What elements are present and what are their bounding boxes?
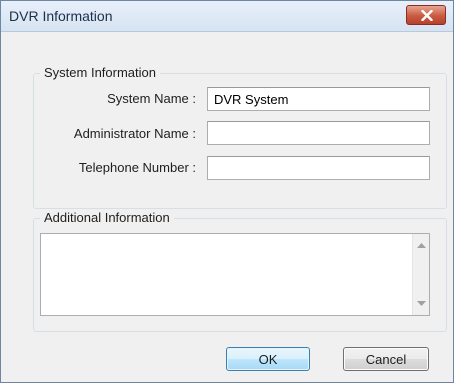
close-icon: [421, 10, 433, 21]
scroll-up-button[interactable]: [413, 237, 429, 254]
telephone-number-label: Telephone Number :: [78, 160, 196, 175]
additional-information-textarea[interactable]: [40, 233, 430, 316]
dvr-information-dialog: DVR Information System Information Syste…: [0, 0, 454, 383]
system-name-input[interactable]: [207, 87, 430, 111]
system-information-group: System Information System Name : Adminis…: [33, 65, 447, 209]
telephone-number-input[interactable]: [207, 156, 430, 180]
vertical-scrollbar[interactable]: [412, 234, 429, 315]
administrator-name-label: Administrator Name :: [73, 126, 196, 141]
system-name-label: System Name :: [107, 91, 196, 106]
dialog-body: System Information System Name : Adminis…: [9, 32, 447, 374]
scroll-down-arrow-icon: [416, 301, 426, 306]
system-information-legend: System Information: [40, 65, 160, 80]
administrator-name-input[interactable]: [207, 121, 430, 145]
scroll-up-arrow-icon: [416, 243, 426, 248]
title-bar[interactable]: DVR Information: [1, 1, 453, 32]
scroll-down-button[interactable]: [413, 295, 429, 312]
close-button[interactable]: [406, 5, 446, 25]
additional-information-group: Additional Information: [33, 210, 447, 332]
ok-button[interactable]: OK: [226, 347, 310, 371]
window-title: DVR Information: [9, 8, 113, 24]
additional-information-legend: Additional Information: [40, 210, 174, 225]
cancel-button[interactable]: Cancel: [343, 347, 429, 371]
